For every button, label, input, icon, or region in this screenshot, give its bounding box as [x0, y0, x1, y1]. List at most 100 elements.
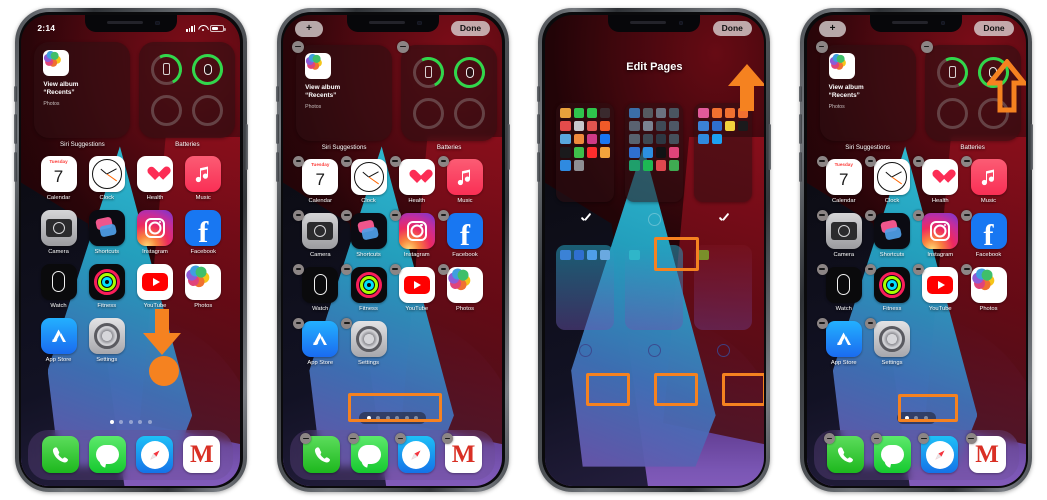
widget-siri-suggestions[interactable]: View album “Recents” Photos Siri Suggesti… [292, 40, 393, 151]
page-thumbnail[interactable] [694, 102, 753, 202]
dock-item-phone[interactable] [300, 433, 341, 473]
remove-app-icon[interactable] [293, 317, 305, 329]
remove-app-icon[interactable] [816, 317, 828, 329]
app-icon-music[interactable]: Music [961, 155, 1012, 204]
volume-down-button[interactable] [13, 152, 17, 182]
app-icon-clock[interactable]: Clock [83, 155, 131, 201]
siri-suggestions-widget[interactable]: View album “Recents” Photos [292, 40, 393, 141]
remove-app-icon[interactable] [823, 433, 835, 444]
siri-suggestions-widget[interactable]: View album “Recents” Photos [815, 40, 916, 141]
dock-item-messages[interactable] [347, 433, 388, 473]
power-button[interactable] [506, 124, 510, 170]
page-toggle[interactable] [579, 211, 592, 229]
remove-app-icon[interactable] [871, 433, 882, 444]
app-icon-youtube[interactable]: YouTube [131, 263, 179, 309]
dock-item-safari[interactable] [394, 433, 435, 473]
app-icon-calendar[interactable]: Tuesday 7 Calendar [816, 155, 868, 204]
remove-app-icon[interactable] [864, 155, 876, 167]
remove-app-icon[interactable] [437, 263, 449, 275]
mute-switch[interactable] [537, 86, 541, 102]
app-icon-watch[interactable]: Watch [293, 263, 344, 312]
add-widget-button[interactable]: + [818, 20, 847, 37]
dock-item-gmail[interactable]: M [965, 433, 1006, 473]
page-dots[interactable] [896, 411, 936, 424]
app-icon-shortcuts[interactable]: Shortcuts [864, 209, 916, 258]
edit-page-column[interactable] [625, 244, 684, 357]
app-icon-health[interactable]: Health [913, 155, 964, 204]
remove-app-icon[interactable] [864, 263, 876, 275]
remove-app-icon[interactable] [389, 209, 401, 221]
app-icon-calendar[interactable]: Tuesday 7 Calendar [293, 155, 344, 204]
page-dot[interactable] [904, 415, 909, 420]
remove-app-icon[interactable] [347, 433, 359, 444]
dock-item-phone[interactable] [41, 436, 79, 473]
remove-app-icon[interactable] [816, 209, 828, 221]
remove-app-icon[interactable] [389, 263, 401, 275]
remove-app-icon[interactable] [341, 317, 353, 329]
page-thumbnail[interactable] [625, 244, 684, 330]
volume-up-button[interactable] [799, 114, 803, 144]
done-button[interactable]: Done [974, 21, 1014, 36]
page-dot[interactable] [128, 419, 133, 424]
dock-item-gmail[interactable]: M [183, 436, 221, 473]
page-thumbnail[interactable] [625, 102, 684, 202]
app-icon-fitness[interactable]: Fitness [864, 263, 916, 312]
remove-app-icon[interactable] [913, 263, 925, 275]
app-icon-photos[interactable]: Photos [961, 263, 1012, 312]
page-dots[interactable] [109, 419, 152, 424]
remove-widget-icon[interactable] [920, 40, 933, 53]
remove-app-icon[interactable] [437, 209, 449, 221]
page-dot[interactable] [404, 415, 409, 420]
volume-up-button[interactable] [13, 114, 17, 144]
app-icon-facebook[interactable]: f Facebook [437, 209, 489, 258]
widget-siri-suggestions[interactable]: View album “Recents” Photos Siri Suggesti… [815, 40, 916, 151]
page-dot[interactable] [395, 415, 400, 420]
remove-app-icon[interactable] [389, 155, 401, 167]
page-dot[interactable] [376, 415, 381, 420]
app-icon-watch[interactable]: Watch [816, 263, 868, 312]
app-icon-camera[interactable]: Camera [293, 209, 344, 258]
dock-item-messages[interactable] [88, 436, 126, 473]
app-icon-music[interactable]: Music [179, 155, 227, 201]
app-icon-clock[interactable]: Clock [341, 155, 392, 204]
app-icon-fitness[interactable]: Fitness [341, 263, 392, 312]
remove-app-icon[interactable] [913, 209, 925, 221]
page-toggle[interactable] [578, 339, 592, 357]
page-thumbnail[interactable] [694, 244, 753, 330]
remove-app-icon[interactable] [293, 155, 305, 167]
app-icon-photos[interactable]: Photos [179, 263, 227, 309]
page-dot[interactable] [109, 419, 114, 424]
page-toggle[interactable] [717, 211, 730, 229]
page-dot[interactable] [119, 419, 124, 424]
dock-item-phone[interactable] [823, 433, 864, 473]
remove-app-icon[interactable] [341, 155, 353, 167]
page-dot[interactable] [138, 419, 143, 424]
app-icon-facebook[interactable]: f Facebook [961, 209, 1012, 258]
app-icon-shortcuts[interactable]: Shortcuts [341, 209, 392, 258]
app-icon-youtube[interactable]: YouTube [913, 263, 964, 312]
dock-item-messages[interactable] [871, 433, 911, 473]
app-icon-settings[interactable]: Settings [83, 317, 131, 363]
widget-batteries[interactable]: Batteries [139, 41, 236, 148]
page-dot[interactable] [914, 415, 919, 420]
remove-widget-icon[interactable] [815, 40, 828, 53]
app-icon-youtube[interactable]: YouTube [389, 263, 441, 312]
siri-suggestions-widget[interactable]: View album “Recents” Photos [34, 41, 131, 138]
app-icon-watch[interactable]: Watch [34, 263, 82, 309]
page-dot[interactable] [366, 415, 371, 420]
remove-app-icon[interactable] [300, 433, 312, 444]
page-toggle[interactable] [716, 339, 730, 357]
mute-switch[interactable] [275, 86, 279, 102]
edit-page-column[interactable] [694, 102, 753, 229]
page-dots[interactable] [358, 411, 427, 424]
remove-widget-icon[interactable] [292, 40, 305, 53]
page-toggle[interactable] [647, 211, 661, 229]
dock-item-safari[interactable] [918, 433, 959, 473]
widget-siri-suggestions[interactable]: View album “Recents” Photos Siri Suggesti… [34, 41, 131, 148]
app-icon-health[interactable]: Health [389, 155, 441, 204]
volume-down-button[interactable] [275, 152, 279, 182]
page-dot[interactable] [923, 415, 928, 420]
page-toggle[interactable] [647, 339, 661, 357]
remove-app-icon[interactable] [864, 317, 876, 329]
remove-app-icon[interactable] [816, 155, 828, 167]
